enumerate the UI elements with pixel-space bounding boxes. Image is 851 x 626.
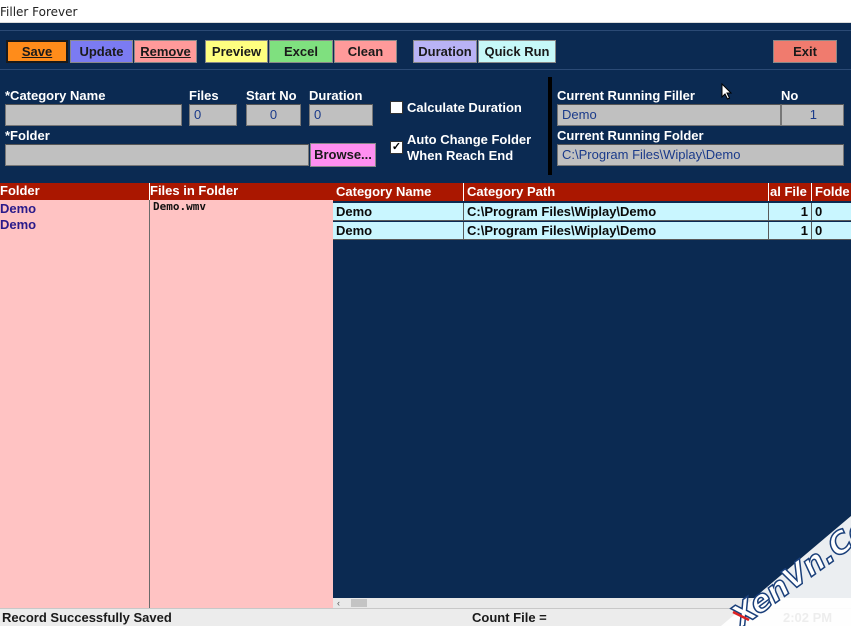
calculate-duration-checkbox[interactable] (390, 101, 403, 114)
total-file-cell: 1 (769, 222, 812, 240)
remove-button[interactable]: Remove (134, 40, 197, 63)
folder-cell: 0 (812, 203, 851, 221)
quick-run-button[interactable]: Quick Run (478, 40, 556, 63)
scrollbar-thumb[interactable] (351, 599, 367, 607)
duration-button[interactable]: Duration (413, 40, 477, 63)
auto-change-folder-label-line2: When Reach End (407, 148, 514, 163)
column-separator (149, 200, 150, 608)
save-button[interactable]: Save (6, 40, 68, 63)
folder-column-header[interactable]: Folde (812, 183, 851, 201)
running-no-field: 1 (781, 104, 844, 126)
category-path-cell: C:\Program Files\Wiplay\Demo (464, 222, 769, 240)
status-bar: Record Successfully Saved Count File = 2… (0, 608, 851, 626)
horizontal-scrollbar[interactable]: ‹ (333, 598, 851, 608)
folder-files-grid[interactable]: Folder Files in Folder Demo Demo Demo.wm… (0, 183, 333, 608)
title-bar: Filler Forever (0, 0, 851, 23)
start-no-field[interactable]: 0 (246, 104, 301, 126)
total-file-column-header[interactable]: al File (769, 183, 812, 201)
preview-button[interactable]: Preview (205, 40, 268, 63)
category-name-label: *Category Name (5, 88, 106, 103)
files-label: Files (189, 88, 219, 103)
files-field[interactable]: 0 (189, 104, 237, 126)
clean-button[interactable]: Clean (334, 40, 397, 63)
folder-cell: 0 (812, 222, 851, 240)
mouse-cursor-icon (721, 83, 733, 100)
status-message: Record Successfully Saved (2, 610, 172, 625)
excel-button[interactable]: Excel (269, 40, 333, 63)
remove-button-label: Remove (140, 44, 191, 59)
category-path-cell: C:\Program Files\Wiplay\Demo (464, 203, 769, 221)
category-path-column-header[interactable]: Category Path (464, 183, 769, 201)
file-list-item[interactable]: Demo.wmv (153, 200, 206, 213)
folder-label: *Folder (5, 128, 50, 143)
start-no-label: Start No (246, 88, 297, 103)
folder-list-item[interactable]: Demo (0, 217, 36, 232)
category-name-field[interactable] (5, 104, 182, 126)
category-name-cell: Demo (333, 203, 464, 221)
exit-button[interactable]: Exit (773, 40, 837, 63)
folder-column-header[interactable]: Folder (0, 183, 150, 200)
window-title: Filler Forever (0, 5, 78, 19)
running-panel: Current Running Filler No Demo 1 Current… (552, 77, 851, 175)
clock-time: 2:02 PM (783, 610, 833, 625)
duration-field[interactable]: 0 (309, 104, 373, 126)
files-in-folder-column-header[interactable]: Files in Folder (150, 183, 333, 200)
folder-field[interactable] (5, 144, 309, 166)
count-file-label: Count File = (472, 610, 547, 625)
category-name-column-header[interactable]: Category Name (333, 183, 464, 201)
toolbar: Save Update Remove Preview Excel Clean D… (0, 30, 851, 70)
current-running-folder-label: Current Running Folder (557, 128, 704, 143)
category-form-panel: *Category Name Files 0 Start No 0 Durati… (0, 77, 548, 175)
update-button[interactable]: Update (70, 40, 133, 63)
auto-change-folder-label-line1: Auto Change Folder (407, 132, 532, 147)
table-row[interactable]: Demo C:\Program Files\Wiplay\Demo 1 0 (333, 203, 851, 221)
auto-change-folder-checkbox[interactable]: ✓ (390, 141, 403, 154)
total-file-cell: 1 (769, 203, 812, 221)
browse-button[interactable]: Browse... (310, 143, 376, 167)
scroll-left-arrow-icon[interactable]: ‹ (337, 598, 340, 608)
category-name-cell: Demo (333, 222, 464, 240)
no-label: No (781, 88, 799, 103)
current-running-filler-label: Current Running Filler (557, 88, 695, 103)
category-grid[interactable]: Category Name Category Path al File Fold… (333, 183, 851, 598)
current-running-folder-field: C:\Program Files\Wiplay\Demo (557, 144, 844, 166)
current-running-filler-field: Demo (557, 104, 781, 126)
duration-label: Duration (309, 88, 363, 103)
folder-list-item[interactable]: Demo (0, 201, 36, 216)
table-row[interactable]: Demo C:\Program Files\Wiplay\Demo 1 0 (333, 222, 851, 240)
calculate-duration-label: Calculate Duration (407, 100, 522, 115)
